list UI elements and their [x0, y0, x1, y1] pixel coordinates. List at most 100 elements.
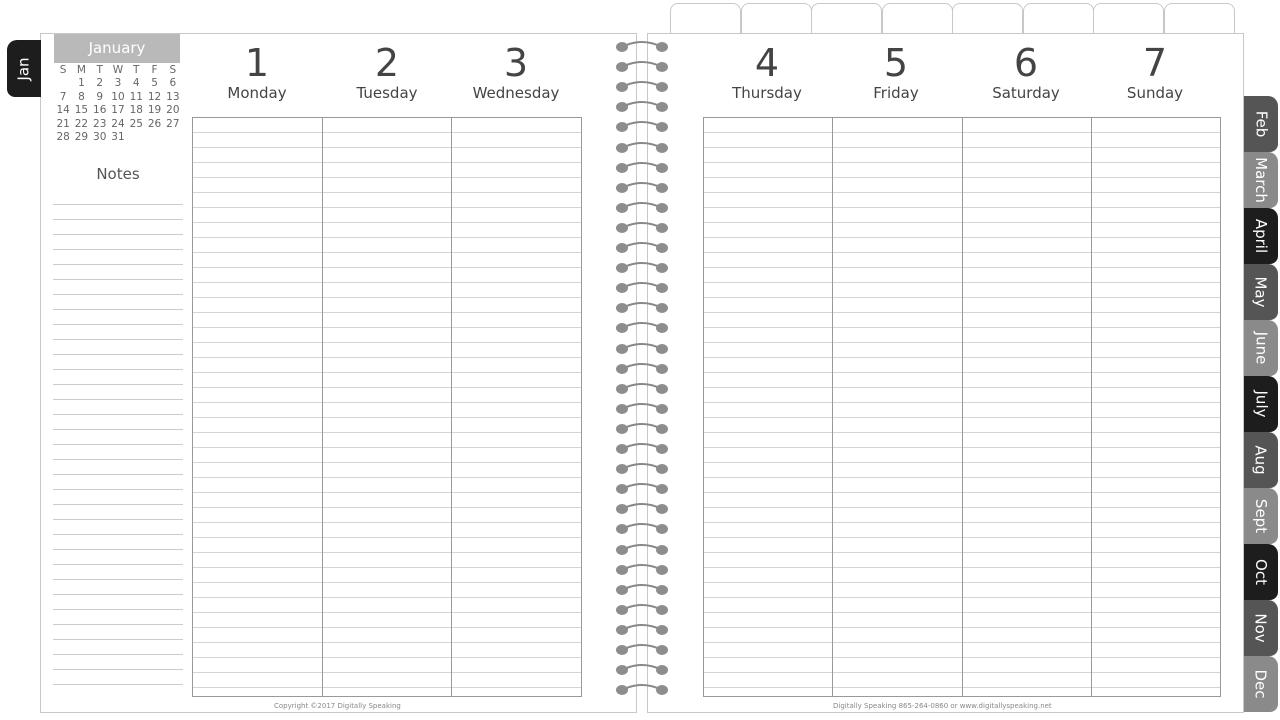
spiral-ring — [614, 420, 670, 434]
calendar-date[interactable] — [164, 131, 182, 145]
calendar-date[interactable]: 2 — [91, 77, 109, 91]
day-name: Sunday — [1126, 84, 1184, 102]
blank-top-tab[interactable] — [881, 3, 953, 35]
calendar-date[interactable]: 28 — [54, 131, 72, 145]
tab-feb[interactable]: Feb — [1244, 96, 1278, 152]
spiral-ring — [614, 259, 670, 274]
day-name: Friday — [873, 84, 919, 102]
calendar-date[interactable]: 21 — [54, 117, 72, 131]
left-day-grid[interactable] — [192, 117, 582, 697]
calendar-date[interactable]: 26 — [145, 117, 163, 131]
spiral-ring — [614, 179, 670, 193]
calendar-date[interactable]: 6 — [164, 77, 182, 91]
calendar-date[interactable]: 31 — [109, 131, 127, 145]
calendar-date[interactable]: 24 — [109, 117, 127, 131]
thursday-column[interactable] — [704, 118, 834, 696]
calendar-date[interactable]: 11 — [127, 90, 145, 104]
spiral-ring — [614, 400, 670, 414]
spiral-ring — [614, 340, 670, 354]
spiral-ring — [614, 38, 670, 52]
calendar-date[interactable]: 7 — [54, 90, 72, 104]
blank-top-tab[interactable] — [1163, 3, 1235, 35]
tuesday-column[interactable] — [323, 118, 453, 696]
tab-july[interactable]: July — [1244, 376, 1278, 432]
day-number: 5 — [883, 41, 909, 85]
day-name: Saturday — [992, 84, 1060, 102]
calendar-date[interactable]: 19 — [145, 104, 163, 118]
spiral-ring — [614, 139, 670, 153]
spiral-ring — [614, 239, 670, 253]
tab-dec[interactable]: Dec — [1244, 656, 1278, 712]
spiral-ring — [614, 601, 670, 615]
calendar-date[interactable]: 12 — [145, 90, 163, 104]
monday-column[interactable] — [193, 118, 323, 696]
calendar-date[interactable]: 22 — [72, 117, 90, 131]
tab-june[interactable]: June — [1244, 320, 1278, 376]
tab-nov[interactable]: Nov — [1244, 600, 1278, 656]
tab-march[interactable]: March — [1244, 152, 1278, 208]
calendar-date[interactable]: 5 — [145, 77, 163, 91]
blank-top-tab[interactable] — [740, 3, 812, 35]
calendar-date[interactable]: 14 — [54, 104, 72, 118]
spiral-ring — [614, 360, 670, 374]
tab-sept[interactable]: Sept — [1244, 488, 1278, 544]
friday-column[interactable] — [833, 118, 963, 696]
blank-top-tab[interactable] — [811, 3, 882, 35]
calendar-date[interactable] — [54, 77, 72, 91]
calendar-date[interactable] — [127, 131, 145, 145]
calendar-date[interactable]: 23 — [91, 117, 109, 131]
tab-label: March — [1252, 157, 1271, 203]
blank-top-tab[interactable] — [670, 3, 741, 35]
calendar-date[interactable]: 27 — [164, 117, 182, 131]
calendar-date[interactable]: 25 — [127, 117, 145, 131]
calendar-week: 123456 — [54, 77, 182, 91]
day-name: Wednesday — [472, 84, 560, 102]
calendar-date[interactable]: 29 — [72, 131, 90, 145]
day-number: 1 — [244, 41, 270, 85]
calendar-date[interactable]: 9 — [91, 90, 109, 104]
blank-top-tab[interactable] — [1093, 3, 1164, 35]
weekday-header: SMTWTFS — [54, 63, 182, 77]
sunday-column[interactable] — [1092, 118, 1220, 696]
calendar-week: 7 8 9 10 11 12 13 — [54, 90, 182, 104]
calendar-date[interactable]: 17 — [109, 104, 127, 118]
calendar-date[interactable]: 3 — [109, 77, 127, 91]
saturday-column[interactable] — [963, 118, 1092, 696]
calendar-week: 21 22 23 24 25 26 27 — [54, 117, 182, 131]
calendar-date[interactable] — [145, 131, 163, 145]
day-header: 6 Saturday — [961, 42, 1091, 102]
spiral-ring — [614, 520, 670, 535]
calendar-date[interactable]: 18 — [127, 104, 145, 118]
tab-april[interactable]: April — [1244, 208, 1278, 264]
spiral-ring — [614, 440, 670, 454]
blank-top-tab[interactable] — [1022, 3, 1094, 35]
day-header: 4 Thursday — [702, 42, 832, 102]
tab-label: April — [1252, 218, 1271, 254]
blank-top-tab[interactable] — [952, 3, 1023, 35]
tab-may[interactable]: May — [1244, 264, 1278, 320]
spiral-ring — [614, 98, 670, 113]
calendar-date[interactable]: 13 — [164, 90, 182, 104]
notes-lines[interactable] — [53, 190, 183, 697]
calendar-date[interactable]: 16 — [91, 104, 109, 118]
calendar-date[interactable]: 15 — [72, 104, 90, 118]
day-name: Monday — [227, 84, 287, 102]
tab-aug[interactable]: Aug — [1244, 432, 1278, 488]
calendar-week: 14 15 16 17 18 19 20 — [54, 104, 182, 118]
spiral-ring — [614, 621, 670, 635]
calendar-date[interactable]: 1 — [72, 77, 90, 91]
spiral-ring — [614, 279, 670, 294]
day-header: 1 Monday — [192, 42, 322, 102]
calendar-date[interactable]: 30 — [91, 131, 109, 145]
day-header: 2 Tuesday — [322, 42, 452, 102]
tab-oct[interactable]: Oct — [1244, 544, 1278, 600]
right-day-grid[interactable] — [703, 117, 1221, 697]
day-header: 5 Friday — [831, 42, 961, 102]
calendar-date[interactable]: 10 — [109, 90, 127, 104]
tab-jan[interactable]: Jan — [7, 40, 41, 97]
wednesday-column[interactable] — [452, 118, 581, 696]
calendar-date[interactable]: 8 — [72, 90, 90, 104]
tab-label: Aug — [1251, 445, 1270, 475]
calendar-date[interactable]: 20 — [164, 104, 182, 118]
calendar-date[interactable]: 4 — [127, 77, 145, 91]
